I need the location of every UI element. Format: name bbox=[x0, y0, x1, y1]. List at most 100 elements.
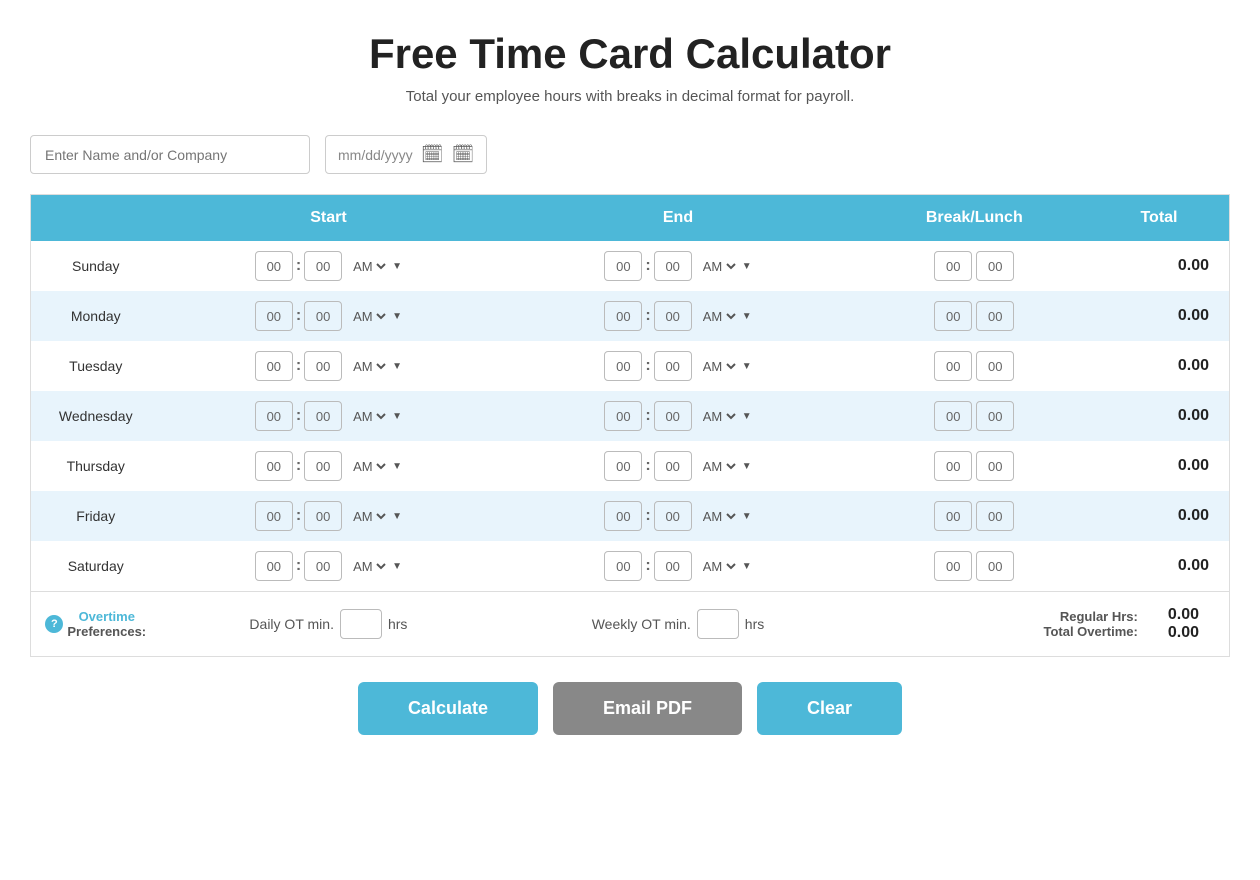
total-cell-wednesday: 0.00 bbox=[1089, 391, 1230, 441]
total-ot-value: 0.00 bbox=[1168, 624, 1199, 642]
end-min-tuesday[interactable]: 00 bbox=[654, 351, 692, 381]
start-chevron-sunday: ▼ bbox=[392, 261, 402, 272]
end-min-friday[interactable]: 00 bbox=[654, 501, 692, 531]
start-hour-thursday[interactable]: 00 bbox=[255, 451, 293, 481]
sep2: : bbox=[645, 507, 650, 525]
start-min-saturday[interactable]: 00 bbox=[304, 551, 342, 581]
email-pdf-button[interactable]: Email PDF bbox=[553, 682, 742, 735]
start-min-tuesday[interactable]: 00 bbox=[304, 351, 342, 381]
start-ampm-monday[interactable]: AMPM bbox=[349, 308, 389, 325]
end-min-saturday[interactable]: 00 bbox=[654, 551, 692, 581]
end-hour-sunday[interactable]: 00 bbox=[604, 251, 642, 281]
sep2: : bbox=[645, 557, 650, 575]
total-cell-thursday: 0.00 bbox=[1089, 441, 1230, 491]
start-cell-friday: 00 : 00 AMPM ▼ bbox=[161, 491, 497, 541]
start-hour-wednesday[interactable]: 00 bbox=[255, 401, 293, 431]
break-hr-monday[interactable]: 00 bbox=[934, 301, 972, 331]
start-ampm-sunday[interactable]: AMPM bbox=[349, 258, 389, 275]
weekly-ot-input[interactable] bbox=[697, 609, 739, 639]
end-hour-monday[interactable]: 00 bbox=[604, 301, 642, 331]
sep2: : bbox=[645, 357, 650, 375]
sep2: : bbox=[645, 307, 650, 325]
end-ampm-tuesday[interactable]: AMPM bbox=[699, 358, 739, 375]
start-min-wednesday[interactable]: 00 bbox=[304, 401, 342, 431]
start-ampm-wednesday[interactable]: AMPM bbox=[349, 408, 389, 425]
break-cell-thursday: 00 00 bbox=[860, 441, 1089, 491]
name-input[interactable] bbox=[30, 135, 310, 174]
end-min-monday[interactable]: 00 bbox=[654, 301, 692, 331]
start-min-thursday[interactable]: 00 bbox=[304, 451, 342, 481]
end-hour-saturday[interactable]: 00 bbox=[604, 551, 642, 581]
col-break: Break/Lunch bbox=[860, 195, 1089, 242]
end-chevron-tuesday: ▼ bbox=[742, 361, 752, 372]
page-title: Free Time Card Calculator bbox=[369, 30, 891, 78]
start-chevron-thursday: ▼ bbox=[392, 461, 402, 472]
start-ampm-friday[interactable]: AMPM bbox=[349, 508, 389, 525]
start-hour-sunday[interactable]: 00 bbox=[255, 251, 293, 281]
break-min-friday[interactable]: 00 bbox=[976, 501, 1014, 531]
break-cell-sunday: 00 00 bbox=[860, 241, 1089, 291]
end-hour-friday[interactable]: 00 bbox=[604, 501, 642, 531]
end-ampm-wednesday[interactable]: AMPM bbox=[699, 408, 739, 425]
end-ampm-sunday[interactable]: AMPM bbox=[699, 258, 739, 275]
end-hour-thursday[interactable]: 00 bbox=[604, 451, 642, 481]
break-hr-tuesday[interactable]: 00 bbox=[934, 351, 972, 381]
break-min-wednesday[interactable]: 00 bbox=[976, 401, 1014, 431]
start-hour-tuesday[interactable]: 00 bbox=[255, 351, 293, 381]
break-min-tuesday[interactable]: 00 bbox=[976, 351, 1014, 381]
end-hour-wednesday[interactable]: 00 bbox=[604, 401, 642, 431]
end-chevron-friday: ▼ bbox=[742, 511, 752, 522]
start-hour-saturday[interactable]: 00 bbox=[255, 551, 293, 581]
end-cell-monday: 00 : 00 AMPM ▼ bbox=[496, 291, 859, 341]
end-min-thursday[interactable]: 00 bbox=[654, 451, 692, 481]
end-chevron-sunday: ▼ bbox=[742, 261, 752, 272]
calculate-button[interactable]: Calculate bbox=[358, 682, 538, 735]
table-row: Tuesday 00 : 00 AMPM ▼ 00 : 00 AMPM ▼ bbox=[31, 341, 1230, 391]
start-chevron-wednesday: ▼ bbox=[392, 411, 402, 422]
total-ot-label: Total Overtime: bbox=[1043, 624, 1137, 639]
day-label-sunday: Sunday bbox=[31, 241, 161, 291]
start-hour-friday[interactable]: 00 bbox=[255, 501, 293, 531]
break-hr-saturday[interactable]: 00 bbox=[934, 551, 972, 581]
start-chevron-saturday: ▼ bbox=[392, 561, 402, 572]
sep2: : bbox=[645, 407, 650, 425]
page-subtitle: Total your employee hours with breaks in… bbox=[406, 88, 855, 105]
end-hour-tuesday[interactable]: 00 bbox=[604, 351, 642, 381]
clear-button[interactable]: Clear bbox=[757, 682, 902, 735]
break-min-thursday[interactable]: 00 bbox=[976, 451, 1014, 481]
calendar-icon-1[interactable]: 🗓 bbox=[421, 144, 444, 165]
break-min-monday[interactable]: 00 bbox=[976, 301, 1014, 331]
start-ampm-thursday[interactable]: AMPM bbox=[349, 458, 389, 475]
end-min-sunday[interactable]: 00 bbox=[654, 251, 692, 281]
time-card-table: Start End Break/Lunch Total Sunday 00 : … bbox=[30, 194, 1230, 657]
break-cell-tuesday: 00 00 bbox=[860, 341, 1089, 391]
start-min-monday[interactable]: 00 bbox=[304, 301, 342, 331]
start-ampm-tuesday[interactable]: AMPM bbox=[349, 358, 389, 375]
break-hr-friday[interactable]: 00 bbox=[934, 501, 972, 531]
end-chevron-wednesday: ▼ bbox=[742, 411, 752, 422]
day-label-wednesday: Wednesday bbox=[31, 391, 161, 441]
overtime-label: ? Overtime Preferences: bbox=[31, 592, 161, 657]
start-min-sunday[interactable]: 00 bbox=[304, 251, 342, 281]
break-min-sunday[interactable]: 00 bbox=[976, 251, 1014, 281]
table-row: Wednesday 00 : 00 AMPM ▼ 00 : 00 AMPM ▼ bbox=[31, 391, 1230, 441]
daily-ot-input[interactable] bbox=[340, 609, 382, 639]
col-start: Start bbox=[161, 195, 497, 242]
end-ampm-saturday[interactable]: AMPM bbox=[699, 558, 739, 575]
end-chevron-monday: ▼ bbox=[742, 311, 752, 322]
break-hr-wednesday[interactable]: 00 bbox=[934, 401, 972, 431]
overtime-help-icon[interactable]: ? bbox=[45, 615, 63, 633]
calendar-icon-2[interactable]: 🗓 bbox=[452, 144, 475, 165]
end-ampm-thursday[interactable]: AMPM bbox=[699, 458, 739, 475]
end-ampm-friday[interactable]: AMPM bbox=[699, 508, 739, 525]
table-row: Saturday 00 : 00 AMPM ▼ 00 : 00 AMPM ▼ bbox=[31, 541, 1230, 592]
start-hour-monday[interactable]: 00 bbox=[255, 301, 293, 331]
start-ampm-saturday[interactable]: AMPM bbox=[349, 558, 389, 575]
break-hr-thursday[interactable]: 00 bbox=[934, 451, 972, 481]
end-ampm-monday[interactable]: AMPM bbox=[699, 308, 739, 325]
break-hr-sunday[interactable]: 00 bbox=[934, 251, 972, 281]
break-min-saturday[interactable]: 00 bbox=[976, 551, 1014, 581]
end-cell-thursday: 00 : 00 AMPM ▼ bbox=[496, 441, 859, 491]
start-min-friday[interactable]: 00 bbox=[304, 501, 342, 531]
end-min-wednesday[interactable]: 00 bbox=[654, 401, 692, 431]
